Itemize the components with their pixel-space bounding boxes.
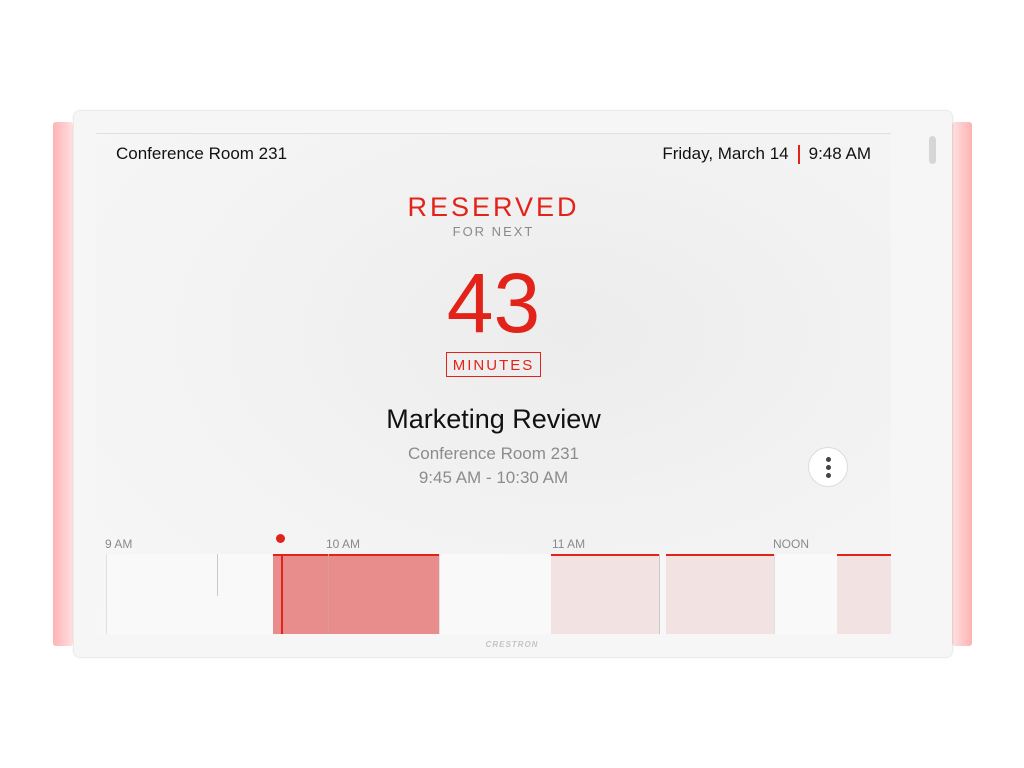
room-name: Conference Room 231 [116, 144, 288, 163]
date-time-separator [797, 144, 800, 164]
current-time-line [281, 554, 283, 634]
current-date: Friday, March 14 [662, 144, 789, 163]
timeline-slot-reserved[interactable] [837, 554, 891, 634]
touch-screen: Conference Room 231 Friday, March 14 9:4… [96, 133, 891, 634]
timeline-slot-free[interactable] [439, 554, 552, 634]
more-vertical-icon [825, 456, 831, 462]
more-options-button[interactable] [808, 447, 848, 487]
timeline-label-noon: NOON [773, 537, 809, 551]
status-sublabel: FOR NEXT [452, 224, 535, 239]
more-vertical-icon-dot [825, 464, 831, 470]
meeting-room: Conference Room 231 [407, 444, 580, 463]
schedule-timeline[interactable] [106, 554, 891, 634]
timeline-label-9am: 9 AM [105, 537, 133, 551]
current-time-marker [276, 534, 285, 543]
brand-logo: CRESTRON [485, 640, 539, 649]
remaining-unit: MINUTES [446, 352, 541, 377]
meeting-time-range: 9:45 AM - 10:30 AM [418, 468, 569, 487]
more-vertical-icon-dot [825, 472, 831, 478]
timeline-slot-free[interactable] [774, 554, 838, 634]
timeline-slot-reserved[interactable] [666, 554, 774, 634]
date-time: Friday, March 14 9:48 AM [662, 144, 871, 164]
timeline-label-10am: 10 AM [326, 537, 361, 551]
timeline-slot-reserved[interactable] [551, 554, 659, 634]
scroll-indicator[interactable] [929, 136, 936, 164]
timeline-slot-current-meeting[interactable] [273, 554, 439, 634]
timeline-divider [328, 554, 329, 634]
led-bar-left [53, 122, 73, 646]
led-bar-right [952, 122, 972, 646]
status-label: RESERVED [407, 192, 580, 222]
timeline-divider [659, 554, 660, 634]
meeting-title[interactable]: Marketing Review [96, 404, 891, 435]
timeline-divider [217, 554, 218, 596]
current-time: 9:48 AM [808, 144, 871, 163]
timeline-slot-free[interactable] [106, 554, 274, 634]
timeline-label-11am: 11 AM [552, 537, 586, 551]
remaining-count: 43 [446, 256, 541, 350]
